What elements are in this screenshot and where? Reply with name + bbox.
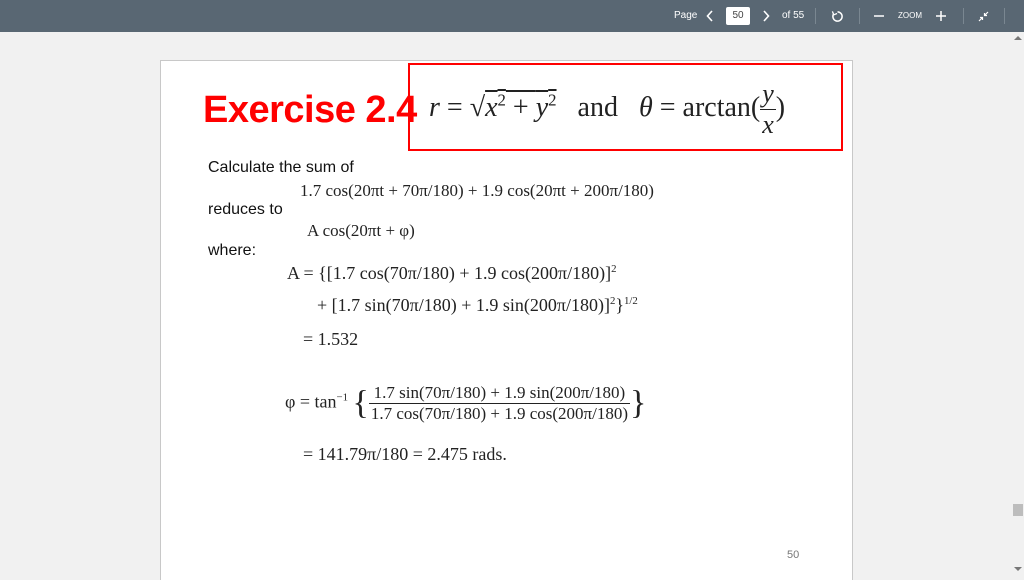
phi-prefix: φ = tan <box>285 391 337 412</box>
collapse-button[interactable] <box>975 0 991 32</box>
chevron-right-icon <box>763 10 770 22</box>
A-result: = 1.532 <box>303 329 359 349</box>
toolbar-divider <box>963 8 964 24</box>
phi-formula: φ = tan−1 {1.7 sin(70π/180) + 1.9 sin(20… <box>285 383 647 423</box>
toolbar-divider <box>815 8 816 24</box>
document-viewer: Exercise 2.4 r = √x2 + y2 and θ = arctan… <box>0 32 1012 580</box>
A-line-2-text: + [1.7 sin(70π/180) + 1.9 sin(200π/180)] <box>317 295 610 315</box>
rotate-icon <box>831 10 843 22</box>
zoom-in-button[interactable] <box>934 0 948 32</box>
page-number-footer: 50 <box>787 549 800 561</box>
minus-icon <box>874 15 884 17</box>
polar-formula: r = √x2 + y2 and θ = arctan(y x) <box>429 79 786 139</box>
previous-page-button[interactable] <box>702 0 718 32</box>
scroll-down-arrow-icon[interactable] <box>1014 567 1022 571</box>
zoom-out-button[interactable] <box>872 0 886 32</box>
and-text: and <box>577 91 618 123</box>
phi-denominator: 1.7 cos(70π/180) + 1.9 cos(200π/180) <box>370 404 629 423</box>
page-label: Page <box>674 10 698 21</box>
total-pages-label: of 55 <box>782 10 805 21</box>
rotate-button[interactable] <box>829 0 845 32</box>
zoom-label: ZOOM <box>898 11 922 20</box>
phi-numerator: 1.7 sin(70π/180) + 1.9 sin(200π/180) <box>368 383 631 404</box>
where-text: where: <box>208 242 257 259</box>
document-page: Exercise 2.4 r = √x2 + y2 and θ = arctan… <box>160 60 853 580</box>
scrollbar-thumb[interactable] <box>1013 504 1023 516</box>
reduces-text: reduces to <box>208 201 283 218</box>
A-line-1-text: A = {[1.7 cos(70π/180) + 1.9 cos(200π/18… <box>287 263 612 283</box>
reduced-expression: A cos(20πt + φ) <box>307 221 415 240</box>
A-line-1: A = {[1.7 cos(70π/180) + 1.9 cos(200π/18… <box>287 263 617 283</box>
phi-result: = 141.79π/180 = 2.475 rads. <box>303 444 507 464</box>
page-number-input[interactable]: 50 <box>726 7 750 25</box>
sum-expression: 1.7 cos(20πt + 70π/180) + 1.9 cos(20πt +… <box>300 181 654 200</box>
vertical-scrollbar[interactable] <box>1012 32 1024 576</box>
next-page-button[interactable] <box>758 0 774 32</box>
plus-icon <box>936 11 946 21</box>
toolbar-divider <box>859 8 860 24</box>
toolbar-divider <box>1004 8 1005 24</box>
collapse-arrows-icon <box>978 11 988 21</box>
A-line-2: + [1.7 sin(70π/180) + 1.9 sin(200π/180)]… <box>317 295 638 315</box>
scroll-up-arrow-icon[interactable] <box>1014 36 1022 40</box>
exercise-title: Exercise 2.4 <box>203 89 417 131</box>
calculate-text: Calculate the sum of <box>208 159 354 176</box>
chevron-left-icon <box>706 10 713 22</box>
viewer-toolbar: Page 50 of 55 ZOOM <box>0 0 1024 32</box>
